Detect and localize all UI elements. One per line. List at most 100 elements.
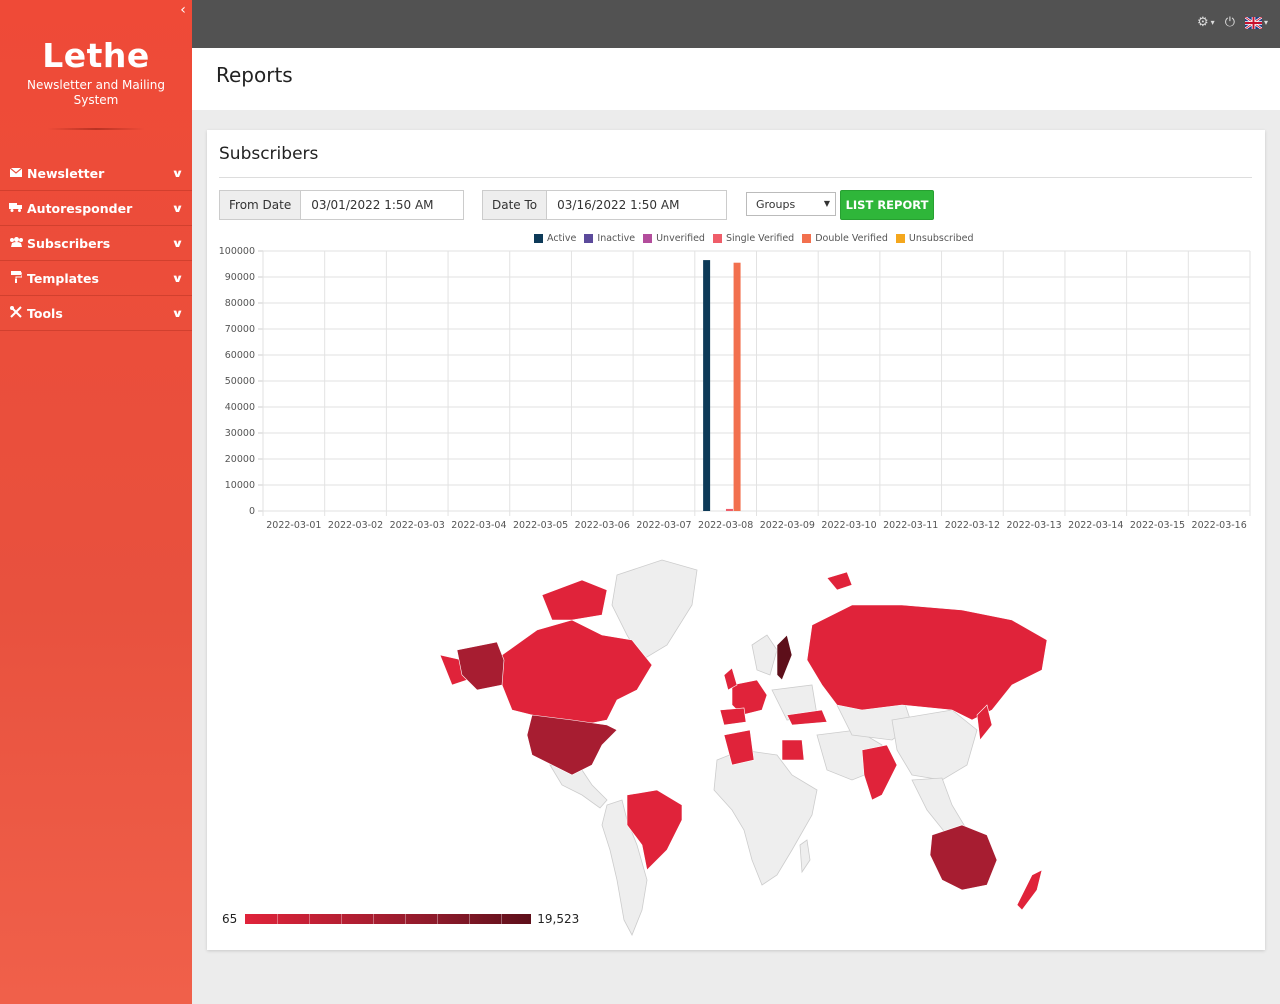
caret-down-icon: ▾: [1263, 18, 1268, 27]
y-tick-label: 40000: [225, 402, 255, 413]
world-choropleth-map: [439, 559, 1048, 936]
chevron-left-icon[interactable]: ‹: [176, 2, 190, 18]
chevron-down-icon: ∨: [171, 271, 184, 285]
y-tick-label: 50000: [225, 376, 255, 387]
settings-dropdown[interactable]: ⚙ ▾: [1197, 15, 1215, 30]
language-dropdown[interactable]: ▾: [1244, 15, 1268, 30]
topbar: ⚙ ▾ ⏻ ▾: [192, 0, 1280, 48]
x-tick-label: 2022-03-01: [266, 520, 321, 531]
y-tick-label: 100000: [219, 246, 255, 257]
y-tick-label: 60000: [225, 350, 255, 361]
x-tick-label: 2022-03-10: [821, 520, 876, 531]
map-region-new-zealand: [1016, 869, 1043, 911]
groups-select[interactable]: Groups ▼: [746, 192, 836, 216]
sidebar-item-tools[interactable]: Tools ∨: [0, 296, 192, 331]
topbar-tools: ⚙ ▾ ⏻ ▾: [1197, 15, 1268, 30]
chevron-down-icon: ∨: [171, 236, 184, 250]
users-icon: [8, 236, 24, 250]
x-tick-label: 2022-03-16: [1192, 520, 1247, 531]
brand-divider: [48, 128, 144, 130]
map-region-arctic-islands: [541, 579, 608, 621]
bar-single-verified: [725, 508, 733, 511]
page-header: Reports: [192, 48, 1280, 110]
brand: Lethe Newsletter and Mailing System: [0, 0, 192, 108]
y-tick-label: 90000: [225, 272, 255, 283]
bar-active: [703, 260, 711, 511]
brand-subtitle: Newsletter and Mailing System: [26, 78, 165, 107]
x-tick-label: 2022-03-08: [698, 520, 753, 531]
caret-down-icon: ▼: [823, 199, 830, 208]
map-region-australia: [929, 824, 998, 891]
sidebar-item-label: Tools: [27, 305, 63, 321]
x-tick-label: 2022-03-14: [1068, 520, 1123, 531]
subscribers-bar-chart: 1000009000080000700006000050000400003000…: [219, 246, 1251, 531]
map-region-egypt: [781, 739, 805, 761]
chevron-down-icon: ∨: [171, 306, 184, 320]
groups-select-value: Groups: [756, 197, 796, 211]
map-scale: 65 19,523: [222, 912, 579, 926]
to-date-group: Date To 03/16/2022 1:50 AM: [482, 190, 727, 220]
sidebar: ‹ Lethe Newsletter and Mailing System Ne…: [0, 0, 192, 1004]
x-tick-label: 2022-03-07: [636, 520, 691, 531]
gear-icon: ⚙: [1197, 15, 1209, 30]
tools-icon: [8, 305, 24, 321]
map-region-arctic-russia: [826, 571, 853, 591]
from-date-input[interactable]: 03/01/2022 1:50 AM: [301, 191, 443, 219]
map-region-alaska: [456, 641, 505, 691]
x-tick-label: 2022-03-04: [451, 520, 506, 531]
sidebar-item-label: Autoresponder: [27, 200, 133, 216]
map-scale-gradient: [245, 914, 532, 924]
map-scale-max: 19,523: [537, 912, 580, 926]
card-divider: [219, 177, 1252, 178]
sidebar-item-subscribers[interactable]: Subscribers ∨: [0, 226, 192, 261]
to-date-input[interactable]: 03/16/2022 1:50 AM: [547, 191, 689, 219]
map-region-finland: [776, 634, 793, 681]
page-title: Reports: [216, 63, 293, 87]
x-tick-label: 2022-03-12: [945, 520, 1000, 531]
uk-flag-icon: [1244, 15, 1263, 30]
map-region-india: [861, 744, 898, 801]
x-tick-label: 2022-03-06: [575, 520, 630, 531]
chevron-down-icon: ∨: [171, 166, 184, 180]
caret-down-icon: ▾: [1210, 18, 1215, 27]
x-tick-label: 2022-03-02: [328, 520, 383, 531]
sidebar-item-templates[interactable]: Templates ∨: [0, 261, 192, 296]
sidebar-item-newsletter[interactable]: Newsletter ∨: [0, 156, 192, 191]
y-tick-label: 20000: [225, 454, 255, 465]
truck-icon: [8, 202, 24, 215]
card-title: Subscribers: [219, 144, 319, 164]
x-tick-label: 2022-03-03: [390, 520, 445, 531]
subscribers-card: Subscribers From Date 03/01/2022 1:50 AM…: [207, 130, 1265, 950]
map-scale-min: 65: [222, 912, 238, 926]
x-tick-label: 2022-03-13: [1006, 520, 1061, 531]
x-tick-label: 2022-03-11: [883, 520, 938, 531]
paint-roller-icon: [8, 270, 24, 286]
from-date-label: From Date: [220, 191, 302, 219]
x-tick-label: 2022-03-05: [513, 520, 568, 531]
bar-double-verified: [733, 262, 741, 511]
x-tick-label: 2022-03-09: [760, 520, 815, 531]
x-tick-label: 2022-03-15: [1130, 520, 1185, 531]
map-region-russia: [806, 604, 1048, 721]
y-tick-label: 10000: [225, 480, 255, 491]
power-icon: ⏻: [1224, 15, 1235, 30]
map-region-china: [891, 709, 978, 781]
map-region-scandinavia: [751, 634, 778, 676]
sidebar-item-label: Subscribers: [27, 235, 111, 251]
chevron-down-icon: ∨: [171, 201, 184, 215]
sidebar-nav: Newsletter ∨ Autoresponder ∨ Subscribers…: [0, 156, 192, 331]
y-tick-label: 0: [249, 506, 255, 517]
map-region-usa: [526, 714, 618, 776]
envelope-icon: [8, 167, 24, 180]
y-tick-label: 80000: [225, 298, 255, 309]
list-report-button[interactable]: LIST REPORT: [840, 190, 934, 220]
y-tick-label: 70000: [225, 324, 255, 335]
sidebar-item-label: Newsletter: [27, 165, 105, 181]
to-date-label: Date To: [483, 191, 548, 219]
sidebar-item-autoresponder[interactable]: Autoresponder ∨: [0, 191, 192, 226]
logout-button[interactable]: ⏻: [1225, 15, 1235, 30]
brand-title: Lethe: [42, 36, 150, 75]
map-region-iberia: [719, 707, 747, 726]
map-region-madagascar: [799, 839, 811, 874]
from-date-group: From Date 03/01/2022 1:50 AM: [219, 190, 464, 220]
